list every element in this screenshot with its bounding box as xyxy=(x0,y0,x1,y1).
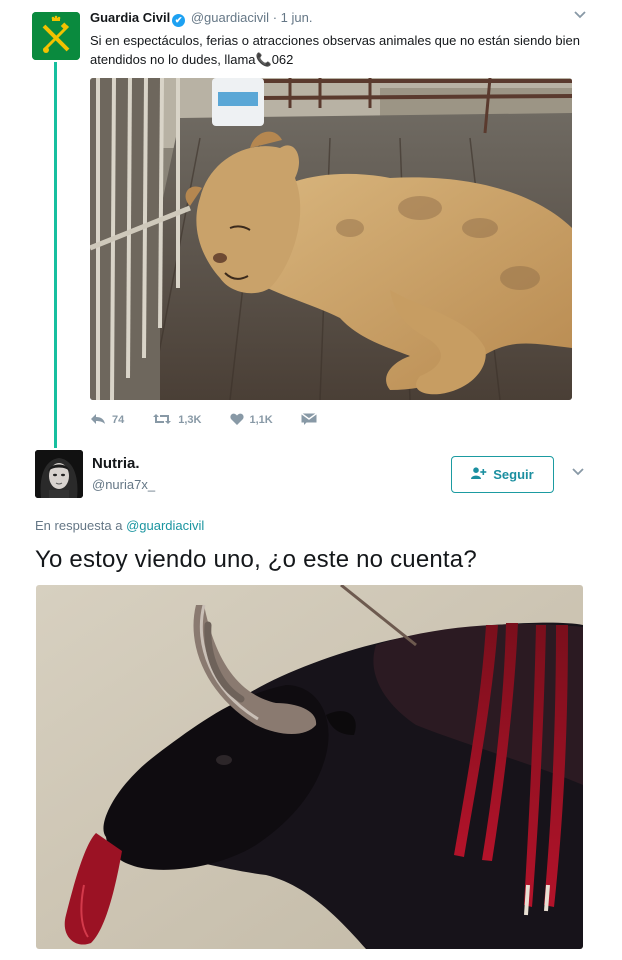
reply-context: En respuesta a @guardiacivil xyxy=(35,518,204,533)
lion-photo-image xyxy=(90,78,572,400)
separator-dot: · xyxy=(272,10,278,25)
tweet-text-body: Si en espectáculos, ferias o atracciones… xyxy=(90,33,580,67)
reply-tweet-text: Yo estoy viendo uno, ¿o este no cuenta? xyxy=(35,546,477,573)
tweet-header: Guardia Civil ✔ @guardiacivil · 1 jun. xyxy=(90,10,312,27)
reply-count: 74 xyxy=(112,414,125,426)
reply-mention-link[interactable]: @guardiacivil xyxy=(126,518,204,533)
bull-photo-image xyxy=(36,585,583,949)
tweet-date[interactable]: 1 jun. xyxy=(281,10,313,25)
tweet-photo-bull[interactable] xyxy=(36,585,583,949)
reply-icon xyxy=(90,412,106,429)
retweet-icon xyxy=(152,412,172,429)
tweet-photo-lion[interactable] xyxy=(90,78,572,400)
author-name[interactable]: Guardia Civil xyxy=(90,10,170,25)
tweet-actions: 74 1,3K 1,1K xyxy=(90,410,351,430)
heart-icon xyxy=(229,412,244,429)
envelope-icon xyxy=(300,412,317,429)
reply-author-name[interactable]: Nutria. xyxy=(92,455,140,472)
like-button[interactable]: 1,1K xyxy=(229,412,273,429)
thread-connector-line xyxy=(54,62,57,448)
original-tweet: Guardia Civil ✔ @guardiacivil · 1 jun. Si… xyxy=(0,0,622,450)
chevron-down-icon[interactable] xyxy=(572,8,588,22)
follow-button-label: Seguir xyxy=(493,467,534,482)
guardia-civil-avatar[interactable] xyxy=(32,12,80,60)
retweet-button[interactable]: 1,3K xyxy=(152,412,202,429)
like-count: 1,1K xyxy=(249,414,273,426)
chevron-down-icon[interactable] xyxy=(570,465,586,479)
nutria-avatar[interactable] xyxy=(35,450,83,498)
direct-message-button[interactable] xyxy=(300,412,323,429)
reply-prefix: En respuesta a xyxy=(35,518,123,533)
follow-button[interactable]: Seguir xyxy=(451,456,554,493)
telephone-icon: 📞 xyxy=(255,52,272,67)
reply-button[interactable]: 74 xyxy=(90,412,124,429)
profile-photo-image xyxy=(35,450,83,498)
add-user-icon xyxy=(471,467,487,482)
retweet-count: 1,3K xyxy=(178,414,202,426)
reply-author-handle[interactable]: @nuria7x_ xyxy=(92,477,155,492)
tweet-text: Si en espectáculos, ferias o atracciones… xyxy=(90,31,600,69)
guardia-civil-emblem-icon xyxy=(32,12,80,60)
verified-badge-icon: ✔ xyxy=(172,14,186,27)
phone-number: 062 xyxy=(271,52,294,67)
author-handle[interactable]: @guardiacivil xyxy=(191,10,269,25)
